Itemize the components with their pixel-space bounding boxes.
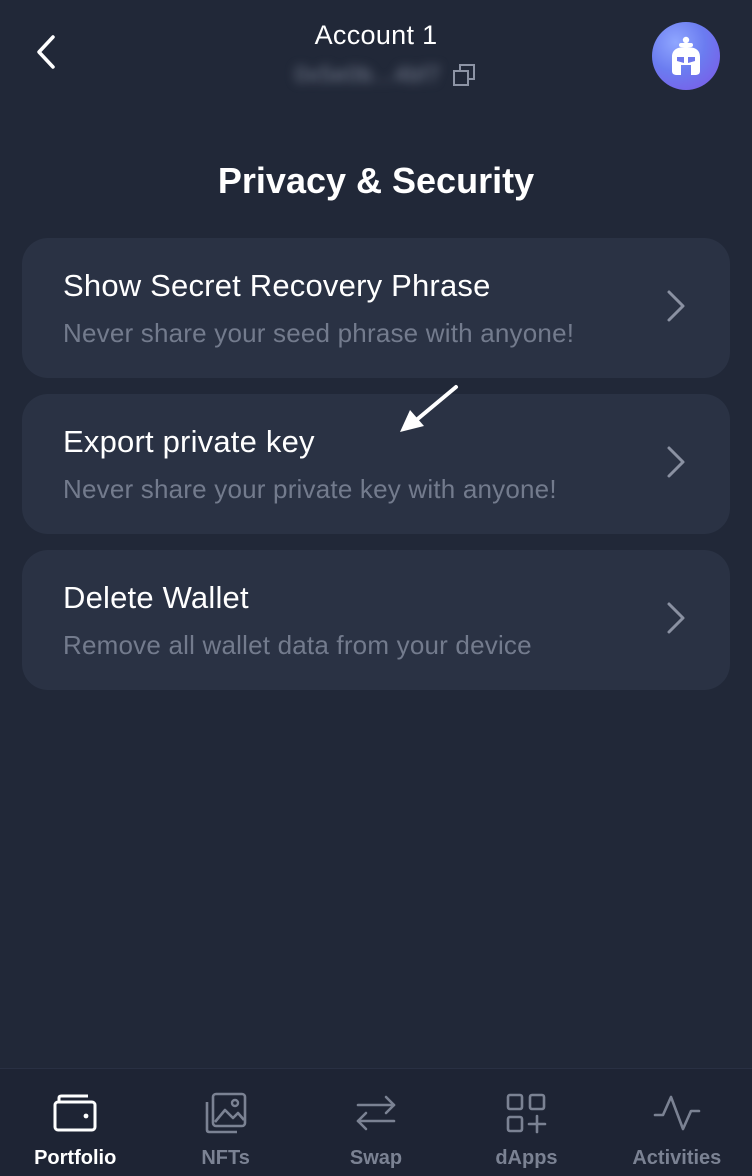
- nav-activities[interactable]: Activities: [602, 1069, 752, 1176]
- address-row: 0x5e0b...4bf7: [0, 62, 752, 88]
- nav-swap[interactable]: Swap: [301, 1069, 451, 1176]
- nav-label: NFTs: [201, 1147, 250, 1169]
- wallet-address: 0x5e0b...4bf7: [294, 62, 442, 87]
- option-title: Export private key: [63, 424, 315, 459]
- chevron-right-icon: [664, 286, 688, 326]
- nav-portfolio[interactable]: Portfolio: [0, 1069, 150, 1176]
- account-name: Account 1: [314, 20, 438, 50]
- chevron-right-icon: [664, 598, 688, 638]
- account-avatar[interactable]: [652, 22, 720, 90]
- chevron-right-icon: [664, 442, 688, 482]
- helmet-icon: [672, 36, 700, 75]
- swap-icon: [352, 1089, 400, 1137]
- option-subtitle: Never share your seed phrase with anyone…: [63, 318, 575, 348]
- apps-grid-icon: [502, 1089, 550, 1137]
- option-title: Delete Wallet: [63, 580, 249, 615]
- image-icon: [202, 1089, 250, 1137]
- nav-nfts[interactable]: NFTs: [150, 1069, 300, 1176]
- option-subtitle: Never share your private key with anyone…: [63, 474, 557, 504]
- option-subtitle: Remove all wallet data from your device: [63, 630, 532, 660]
- copy-icon: [453, 64, 476, 86]
- privacy-security-screen: Account 1 0x5e0b...4bf7 Privacy & Securi…: [0, 0, 752, 1176]
- wallet-icon: [51, 1089, 99, 1137]
- show-recovery-phrase-option[interactable]: Show Secret Recovery Phrase Never share …: [22, 238, 730, 378]
- nav-label: Swap: [349, 1147, 403, 1169]
- bottom-navigation: Portfolio NFTs Swap dApps Activities: [0, 1068, 752, 1176]
- nav-dapps[interactable]: dApps: [451, 1069, 601, 1176]
- option-title: Show Secret Recovery Phrase: [63, 268, 491, 303]
- copy-address-button[interactable]: [451, 62, 477, 88]
- nav-label: Portfolio: [34, 1147, 117, 1169]
- nav-label: Activities: [632, 1147, 722, 1169]
- export-private-key-option[interactable]: Export private key Never share your priv…: [22, 394, 730, 534]
- nav-label: dApps: [495, 1147, 558, 1169]
- header: Account 1 0x5e0b...4bf7: [0, 0, 752, 110]
- activity-icon: [653, 1089, 701, 1137]
- page-title: Privacy & Security: [217, 160, 535, 201]
- delete-wallet-option[interactable]: Delete Wallet Remove all wallet data fro…: [22, 550, 730, 690]
- pointer-arrow-icon: [400, 385, 458, 432]
